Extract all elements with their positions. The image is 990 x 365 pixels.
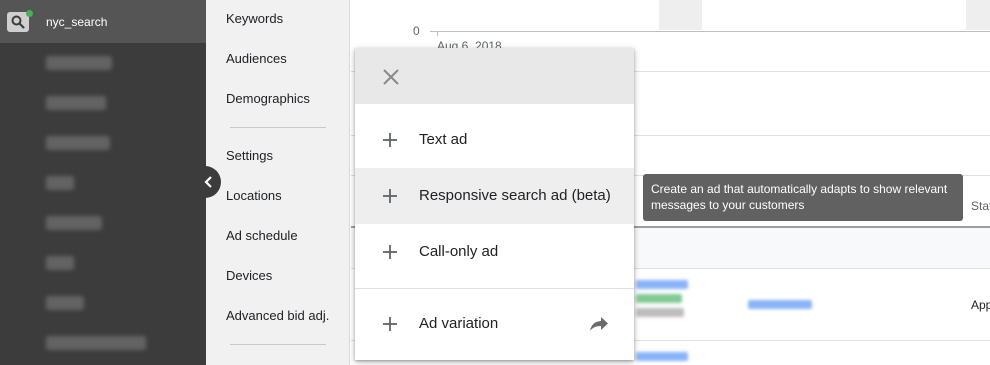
- status-column-header[interactable]: Stat: [971, 199, 990, 213]
- ad-display-url: [636, 294, 682, 303]
- sidebar-item[interactable]: [46, 136, 110, 150]
- sidebar-item[interactable]: [46, 176, 74, 190]
- ad-description: [636, 308, 684, 317]
- page-menu-item-demographics[interactable]: Demographics: [226, 91, 310, 106]
- selected-campaign-row[interactable]: nyc_search: [0, 0, 206, 43]
- close-icon: [383, 69, 399, 85]
- ad-headline-link[interactable]: [636, 352, 688, 361]
- chart-y-tick: 0: [413, 24, 420, 38]
- page-menu-divider: [230, 344, 326, 345]
- menu-item-label: Ad variation: [419, 315, 499, 332]
- page-menu-item-settings[interactable]: Settings: [226, 148, 273, 163]
- page-menu: Keywords Audiences Demographics Settings…: [206, 0, 350, 365]
- menu-header: [355, 48, 634, 104]
- new-ad-menu: Text ad Responsive search ad (beta) Call…: [355, 48, 634, 360]
- menu-divider: [355, 288, 634, 289]
- status-dot: [26, 10, 33, 17]
- menu-item-call-only-ad[interactable]: Call-only ad: [355, 224, 634, 280]
- sidebar-item[interactable]: [46, 296, 84, 310]
- sidebar-item[interactable]: [46, 216, 102, 230]
- menu-item-label: Text ad: [419, 131, 468, 148]
- page-menu-item-keywords[interactable]: Keywords: [226, 11, 283, 26]
- chart-shaded-column: [659, 0, 702, 30]
- sidebar-item[interactable]: [46, 56, 112, 70]
- page-menu-divider: [230, 127, 326, 128]
- campaign-name: nyc_search: [46, 15, 108, 29]
- responsive-search-ad-tooltip: Create an ad that automatically adapts t…: [643, 174, 963, 221]
- plus-icon: [383, 317, 397, 331]
- chart-x-axis: [430, 31, 990, 32]
- menu-item-text-ad[interactable]: Text ad: [355, 112, 634, 168]
- chevron-left-icon: [204, 176, 212, 188]
- menu-item-label: Call-only ad: [419, 243, 499, 260]
- page-menu-item-ad-schedule[interactable]: Ad schedule: [226, 228, 298, 243]
- sidebar-item[interactable]: [46, 336, 146, 350]
- page-menu-item-advanced-bid-adj[interactable]: Advanced bid adj.: [226, 308, 329, 323]
- chart-x-tick: [437, 31, 438, 36]
- sidebar-item[interactable]: [46, 96, 106, 110]
- plus-icon: [383, 189, 397, 203]
- plus-icon: [383, 245, 397, 259]
- ad-headline-link[interactable]: [636, 280, 688, 289]
- page-menu-item-audiences[interactable]: Audiences: [226, 51, 287, 66]
- plus-icon: [383, 133, 397, 147]
- menu-item-responsive-search-ad[interactable]: Responsive search ad (beta): [355, 168, 634, 224]
- menu-item-ad-variation[interactable]: Ad variation: [355, 296, 634, 352]
- page-menu-item-devices[interactable]: Devices: [226, 268, 272, 283]
- chart-shaded-column: [966, 0, 990, 30]
- campaign-sidebar: nyc_search: [0, 0, 206, 365]
- close-menu-button[interactable]: [379, 65, 403, 89]
- page-menu-item-locations[interactable]: Locations: [226, 188, 282, 203]
- share-arrow-icon: [590, 317, 608, 331]
- menu-item-label: Responsive search ad (beta): [419, 187, 611, 204]
- status-cell: App: [971, 298, 990, 312]
- ad-group-link[interactable]: [748, 300, 812, 309]
- sidebar-item[interactable]: [46, 256, 74, 270]
